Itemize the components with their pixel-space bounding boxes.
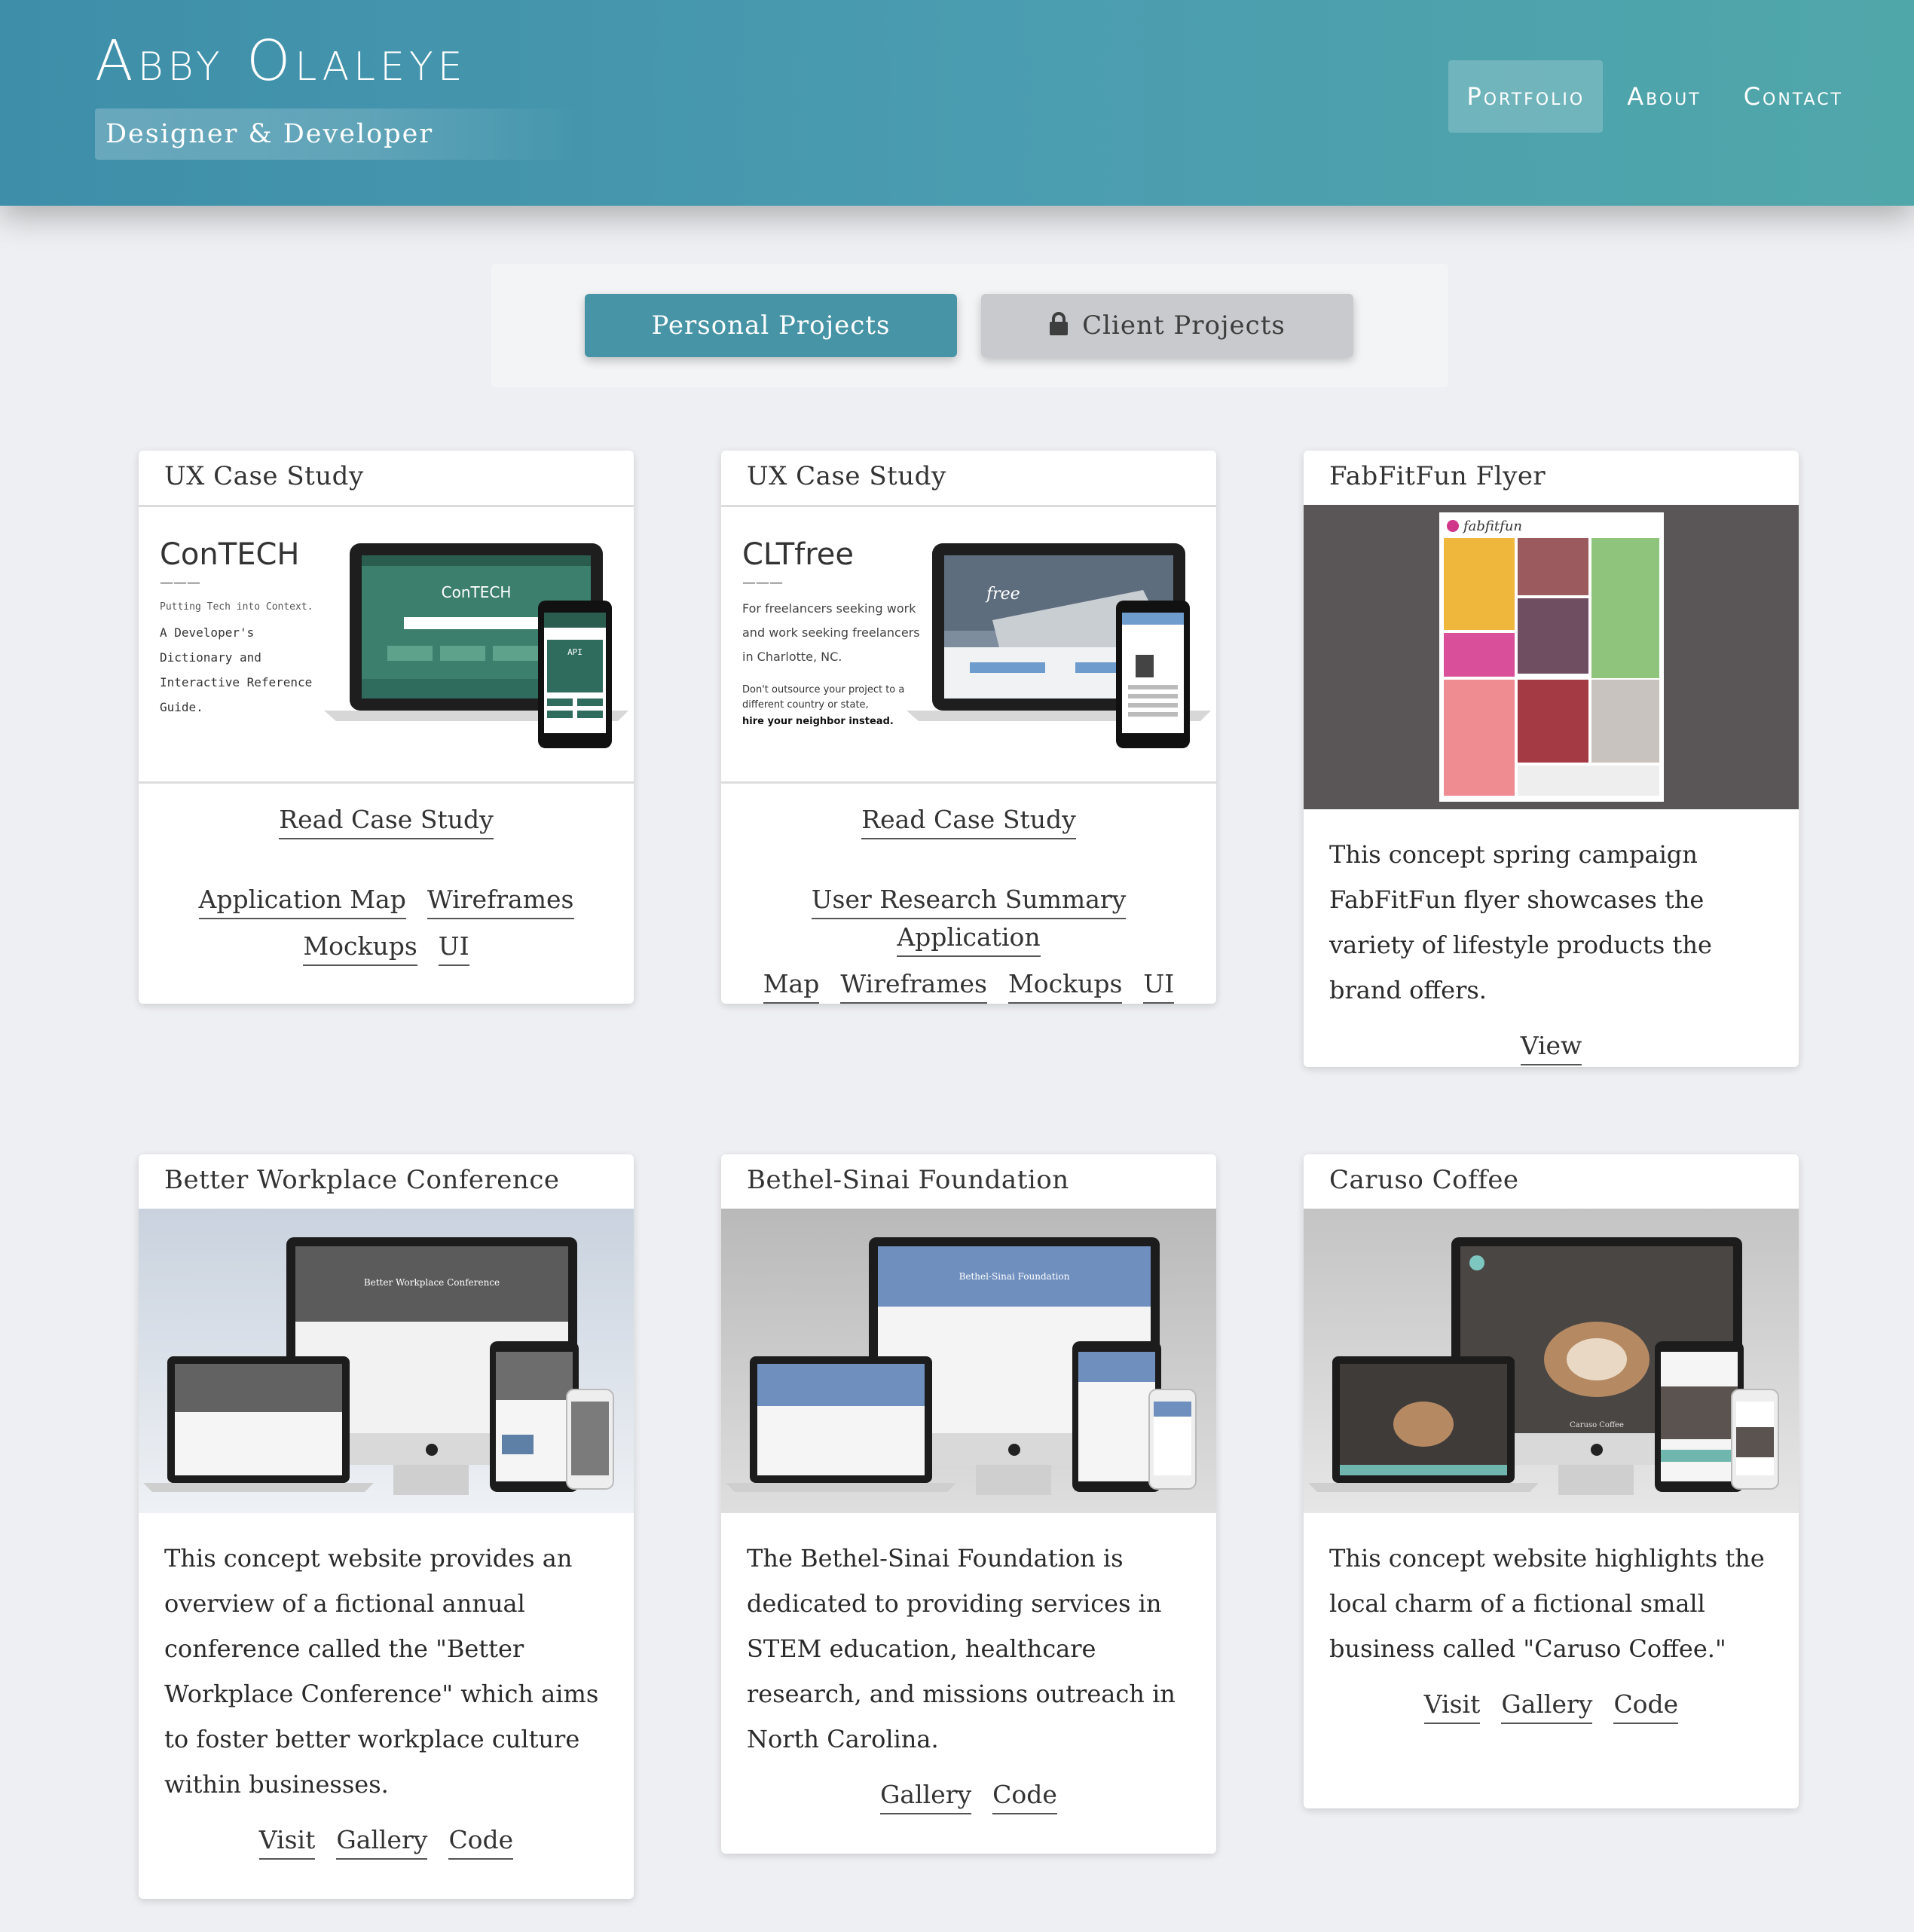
better-workplace-devices: Better Workplace Conference	[139, 1209, 634, 1513]
site-tagline: Designer & Developer	[95, 109, 577, 160]
svg-text:and work seeking freelancers: and work seeking freelancers	[742, 625, 920, 640]
mockups-link[interactable]: Mockups	[1007, 966, 1123, 1004]
card-description: This concept website highlights the loca…	[1329, 1544, 1765, 1663]
svg-text:free: free	[985, 585, 1020, 604]
project-card-contech: UX Case Study ConTECH ——— Putting Tech i…	[139, 451, 634, 1004]
caruso-coffee-devices: Caruso Coffee	[1304, 1209, 1799, 1513]
lock-icon	[1050, 312, 1069, 335]
card-description: The Bethel-Sinai Foundation is dedicated…	[747, 1544, 1176, 1753]
svg-text:Putting Tech into Context.: Putting Tech into Context.	[160, 601, 313, 613]
code-link[interactable]: Code	[1613, 1686, 1679, 1724]
svg-text:Caruso Coffee: Caruso Coffee	[1570, 1421, 1624, 1429]
project-card-caruso-coffee: Caruso Coffee Caruso Coffee This concept…	[1304, 1154, 1799, 1808]
svg-text:different country or state,: different country or state,	[742, 699, 869, 711]
personal-projects-button[interactable]: Personal Projects	[585, 294, 957, 357]
application-map-link[interactable]: Application Map	[198, 882, 406, 919]
application-map-link-part2[interactable]: Map	[763, 966, 820, 1004]
svg-text:ConTECH: ConTECH	[442, 583, 512, 601]
svg-text:Dictionary and: Dictionary and	[160, 650, 261, 665]
project-card-bethel-sinai: Bethel-Sinai Foundation Bethel-Sinai Fou…	[721, 1154, 1216, 1854]
card-title: UX Case Study	[747, 461, 946, 491]
personal-projects-label: Personal Projects	[651, 310, 891, 341]
svg-text:Better Workplace Conference: Better Workplace Conference	[364, 1277, 500, 1288]
user-research-summary-link[interactable]: User Research Summary	[811, 882, 1127, 919]
card-title: Better Workplace Conference	[164, 1165, 560, 1195]
svg-text:A Developer's: A Developer's	[160, 625, 254, 640]
svg-text:———: ———	[160, 575, 200, 591]
application-map-link-part1[interactable]: Application	[897, 919, 1041, 957]
visit-link[interactable]: Visit	[258, 1822, 316, 1860]
project-card-fabfitfun: FabFitFun Flyer fabfitfun This concept s…	[1304, 451, 1799, 1067]
nav-about[interactable]: About	[1609, 60, 1719, 133]
card-description: This concept spring campaign FabFitFun f…	[1329, 840, 1712, 1004]
gallery-link[interactable]: Gallery	[1501, 1686, 1593, 1724]
project-card-cltfree: UX Case Study CLTfree ——— For freelancer…	[721, 451, 1216, 1004]
project-image-better-workplace[interactable]: Better Workplace Conference	[139, 1209, 634, 1513]
cltfree-logo: CLTfree	[742, 537, 854, 572]
svg-text:fabfitfun: fabfitfun	[1462, 518, 1522, 534]
project-toggle: Personal Projects Client Projects	[491, 264, 1448, 387]
read-case-study-link[interactable]: Read Case Study	[861, 802, 1076, 839]
client-projects-button[interactable]: Client Projects	[981, 294, 1353, 357]
card-title: Caruso Coffee	[1329, 1165, 1519, 1195]
code-link[interactable]: Code	[448, 1822, 514, 1860]
project-image-cltfree[interactable]: CLTfree ——— For freelancers seeking work…	[721, 505, 1216, 784]
gallery-link[interactable]: Gallery	[336, 1822, 428, 1860]
code-link[interactable]: Code	[992, 1777, 1057, 1814]
ui-link[interactable]: UI	[438, 928, 469, 966]
svg-text:Guide.: Guide.	[160, 700, 203, 714]
read-case-study-link[interactable]: Read Case Study	[279, 802, 494, 839]
site-header: Abby Olaleye Designer & Developer Portfo…	[0, 0, 1914, 206]
contech-logo: ConTECH	[160, 537, 299, 572]
card-title: FabFitFun Flyer	[1329, 461, 1546, 491]
main-nav: Portfolio About Contact	[1448, 60, 1861, 133]
contech-mockup: ConTECH ——— Putting Tech into Context. A…	[139, 507, 634, 781]
ui-link[interactable]: UI	[1143, 966, 1175, 1004]
client-projects-label: Client Projects	[1082, 310, 1286, 341]
site-title[interactable]: Abby Olaleye	[95, 29, 467, 93]
visit-link[interactable]: Visit	[1423, 1686, 1481, 1724]
project-card-better-workplace: Better Workplace Conference Better Workp…	[139, 1154, 634, 1899]
wireframes-link[interactable]: Wireframes	[427, 882, 574, 919]
card-title: UX Case Study	[164, 461, 364, 491]
view-link[interactable]: View	[1520, 1028, 1582, 1065]
svg-text:API: API	[567, 647, 582, 657]
cltfree-mockup: CLTfree ——— For freelancers seeking work…	[721, 507, 1216, 781]
project-image-fabfitfun[interactable]: fabfitfun	[1304, 505, 1799, 809]
mockups-link[interactable]: Mockups	[303, 928, 417, 966]
project-image-contech[interactable]: ConTECH ——— Putting Tech into Context. A…	[139, 505, 634, 784]
svg-text:Bethel-Sinai Foundation: Bethel-Sinai Foundation	[959, 1271, 1070, 1282]
svg-text:Interactive Reference: Interactive Reference	[160, 675, 312, 689]
card-description: This concept website provides an overvie…	[164, 1544, 599, 1799]
svg-text:———: ———	[742, 575, 783, 591]
svg-text:Don't outsource your project t: Don't outsource your project to a	[742, 684, 904, 695]
nav-contact[interactable]: Contact	[1726, 60, 1861, 133]
bethel-sinai-devices: Bethel-Sinai Foundation	[721, 1209, 1216, 1513]
project-image-caruso-coffee[interactable]: Caruso Coffee	[1304, 1209, 1799, 1513]
gallery-link[interactable]: Gallery	[880, 1777, 972, 1814]
project-image-bethel-sinai[interactable]: Bethel-Sinai Foundation	[721, 1209, 1216, 1513]
svg-text:For freelancers seeking work: For freelancers seeking work	[742, 601, 916, 616]
svg-text:hire your neighbor instead.: hire your neighbor instead.	[742, 716, 894, 727]
wireframes-link[interactable]: Wireframes	[840, 966, 987, 1004]
nav-portfolio[interactable]: Portfolio	[1448, 60, 1604, 133]
svg-text:in Charlotte, NC.: in Charlotte, NC.	[742, 650, 842, 664]
fabfitfun-flyer-image: fabfitfun	[1304, 505, 1799, 809]
card-title: Bethel-Sinai Foundation	[747, 1165, 1069, 1195]
